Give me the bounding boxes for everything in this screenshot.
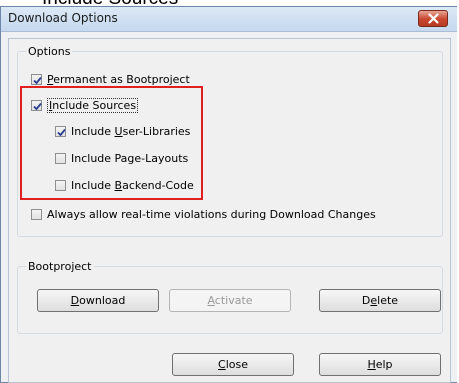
checkbox-label: Permanent as Bootproject [47, 72, 190, 86]
window-title: Download Options [8, 11, 118, 25]
close-button[interactable]: Close [172, 353, 294, 376]
help-button[interactable]: Help [319, 353, 441, 376]
checkbox-label: Always allow real-time violations during… [47, 207, 376, 221]
activate-button[interactable]: Activate [169, 289, 291, 312]
checkbox-box[interactable] [31, 73, 42, 85]
checkmark-icon [33, 76, 42, 84]
options-group-title: Options [26, 45, 73, 58]
close-window-button[interactable] [418, 10, 448, 27]
checkbox-box[interactable] [31, 208, 42, 220]
checkbox-always-allow-realtime-violations[interactable]: Always allow real-time violations during… [31, 206, 376, 222]
bootproject-group-title: Bootproject [26, 260, 94, 273]
delete-button[interactable]: Delete [319, 289, 441, 312]
close-icon [428, 13, 439, 24]
checkbox-permanent-as-bootproject[interactable]: Permanent as Bootproject [31, 71, 190, 87]
download-button[interactable]: Download [37, 289, 159, 312]
title-bar: Download Options [1, 7, 457, 32]
highlight-box [20, 86, 203, 200]
